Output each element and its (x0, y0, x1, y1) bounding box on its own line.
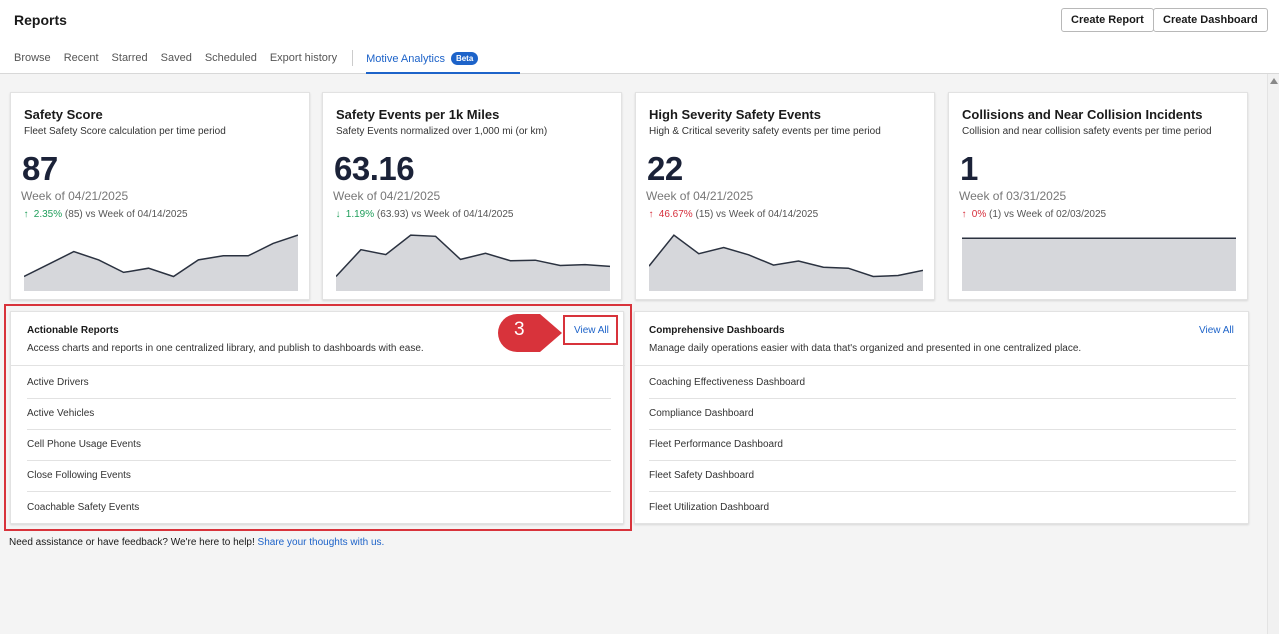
create-dashboard-button[interactable]: Create Dashboard (1153, 8, 1268, 32)
tab-export-history[interactable]: Export history (270, 52, 337, 64)
panel-description: Manage daily operations easier with data… (649, 343, 1082, 354)
kpi-change: ↓ 1.19% (63.93) vs Week of 04/14/2025 (333, 209, 514, 220)
tab-divider (352, 50, 354, 66)
comprehensive-dashboards-panel: Comprehensive Dashboards Manage daily op… (634, 311, 1250, 524)
arrow-down-icon: ↓ (335, 209, 341, 220)
divider (649, 460, 1236, 461)
kpi-value: 1 (960, 150, 978, 187)
list-item[interactable]: Compliance Dashboard (649, 408, 754, 419)
feedback-footer: Need assistance or have feedback? We're … (9, 537, 384, 548)
kpi-card-safety-events-per-1k-miles[interactable]: Safety Events per 1k Miles Safety Events… (322, 92, 622, 300)
page-header: Reports Create Report Create Dashboard B… (0, 0, 1279, 74)
tab-starred[interactable]: Starred (112, 52, 148, 64)
kpi-change-detail: (63.93) vs Week of 04/14/2025 (376, 209, 514, 220)
feedback-link[interactable]: Share your thoughts with us. (258, 537, 385, 548)
list-item[interactable]: Coaching Effectiveness Dashboard (649, 377, 805, 388)
tab-recent[interactable]: Recent (64, 52, 99, 64)
divider (649, 398, 1236, 399)
sparkline-chart (962, 237, 1236, 291)
kpi-change: ↑ 2.35% (85) vs Week of 04/14/2025 (21, 209, 188, 220)
panel-title: Comprehensive Dashboards (649, 325, 785, 336)
kpi-value: 87 (22, 150, 58, 187)
kpi-subtitle: High & Critical severity safety events p… (649, 126, 881, 137)
kpi-subtitle: Collision and near collision safety even… (962, 126, 1212, 137)
kpi-value: 22 (647, 150, 683, 187)
view-all-dashboards-link[interactable]: View All (1199, 325, 1234, 336)
kpi-card-high-severity-events[interactable]: High Severity Safety Events High & Criti… (635, 92, 935, 300)
scroll-up-arrow-icon[interactable] (1270, 78, 1278, 84)
tab-scheduled[interactable]: Scheduled (205, 52, 257, 64)
kpi-week: Week of 03/31/2025 (959, 189, 1067, 203)
tab-motive-analytics[interactable]: Motive Analytics Beta (366, 51, 521, 74)
kpi-week: Week of 04/21/2025 (21, 189, 129, 203)
kpi-change: ↑ 46.67% (15) vs Week of 04/14/2025 (646, 209, 819, 220)
kpi-change-percent: 46.67% (658, 209, 693, 220)
sparkline-chart (649, 234, 923, 291)
sparkline-area (336, 235, 610, 291)
create-report-button[interactable]: Create Report (1061, 8, 1154, 32)
page-title: Reports (14, 12, 67, 28)
report-tabs: Browse Recent Starred Saved Scheduled Ex… (14, 50, 521, 74)
tab-motive-analytics-label: Motive Analytics (366, 52, 445, 65)
kpi-card-safety-score[interactable]: Safety Score Fleet Safety Score calculat… (10, 92, 310, 300)
kpi-title: Safety Score (24, 107, 103, 122)
kpi-week: Week of 04/21/2025 (333, 189, 441, 203)
footer-text: Need assistance or have feedback? We're … (9, 537, 258, 548)
kpi-title: High Severity Safety Events (649, 107, 821, 122)
arrow-up-icon: ↑ (961, 209, 967, 220)
kpi-change-detail: (1) vs Week of 02/03/2025 (989, 209, 1107, 220)
sparkline-area (24, 235, 298, 291)
kpi-subtitle: Fleet Safety Score calculation per time … (24, 126, 226, 137)
step-number: 3 (514, 319, 525, 340)
arrow-up-icon: ↑ (648, 209, 654, 220)
list-item[interactable]: Fleet Utilization Dashboard (649, 502, 769, 513)
sparkline-chart (336, 234, 610, 291)
kpi-change-percent: 2.35% (33, 209, 63, 220)
divider (649, 491, 1236, 492)
beta-badge: Beta (450, 51, 479, 65)
kpi-title: Safety Events per 1k Miles (336, 107, 500, 122)
kpi-change: ↑ 0% (1) vs Week of 02/03/2025 (959, 209, 1107, 220)
vertical-scrollbar[interactable] (1267, 74, 1279, 634)
sparkline-area (962, 238, 1236, 291)
divider (649, 429, 1236, 430)
divider (635, 365, 1250, 366)
tab-browse[interactable]: Browse (14, 52, 51, 64)
kpi-week: Week of 04/21/2025 (646, 189, 754, 203)
kpi-change-percent: 1.19% (345, 209, 375, 220)
list-item[interactable]: Fleet Safety Dashboard (649, 470, 754, 481)
arrow-up-icon: ↑ (23, 209, 29, 220)
kpi-change-detail: (85) vs Week of 04/14/2025 (64, 209, 188, 220)
kpi-title: Collisions and Near Collision Incidents (962, 107, 1203, 122)
list-item[interactable]: Fleet Performance Dashboard (649, 439, 783, 450)
sparkline-chart (24, 234, 298, 291)
tab-saved[interactable]: Saved (161, 52, 192, 64)
step-callout-marker (498, 314, 562, 352)
kpi-subtitle: Safety Events normalized over 1,000 mi (… (336, 126, 548, 137)
kpi-card-collisions[interactable]: Collisions and Near Collision Incidents … (948, 92, 1248, 300)
kpi-change-detail: (15) vs Week of 04/14/2025 (695, 209, 819, 220)
highlight-box-view-all (563, 315, 618, 345)
kpi-value: 63.16 (334, 150, 415, 187)
kpi-change-percent: 0% (971, 209, 987, 220)
